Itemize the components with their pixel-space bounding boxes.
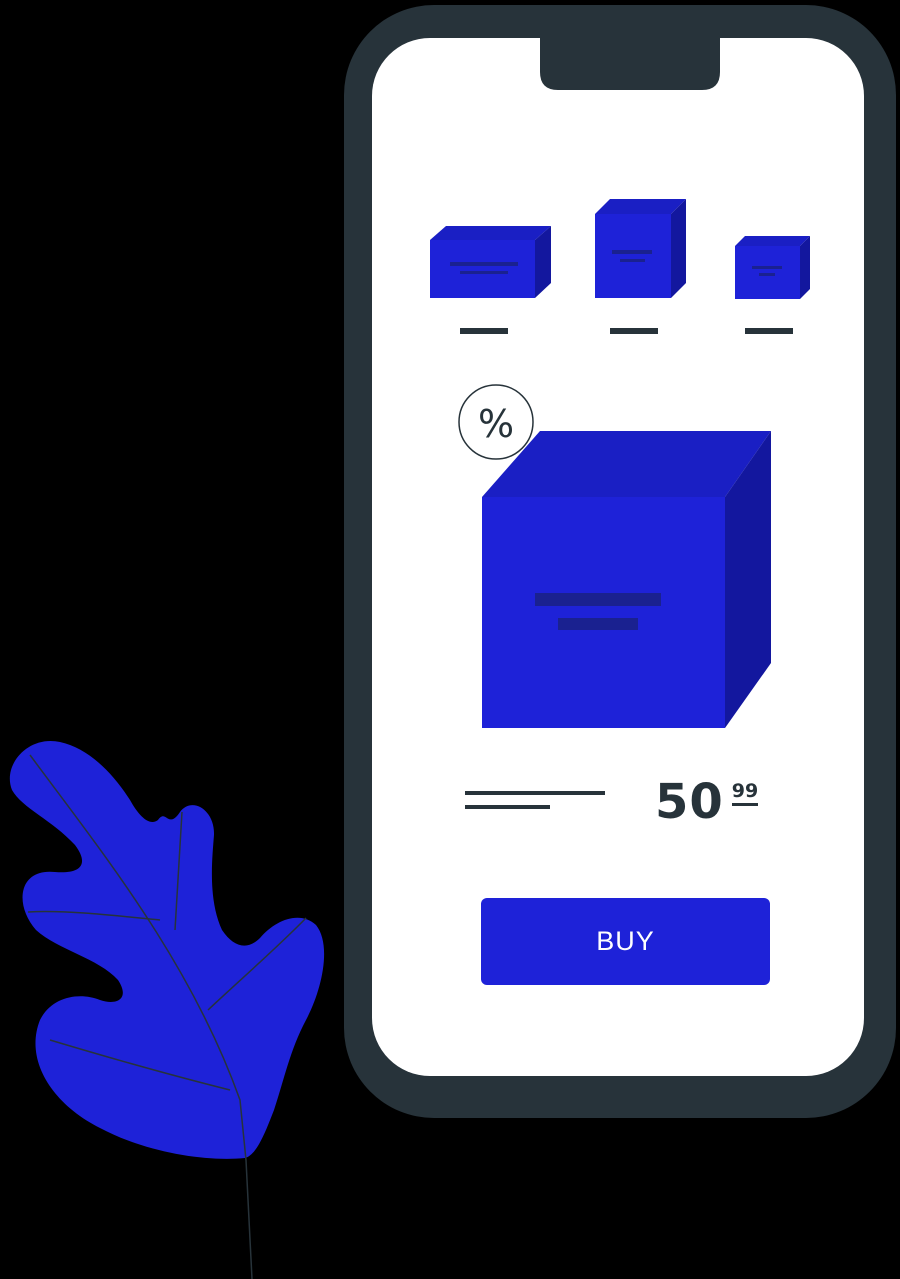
phone-notch xyxy=(540,30,720,90)
box-side xyxy=(800,236,810,299)
thumbnail-box-3[interactable] xyxy=(735,236,810,299)
product-description-line xyxy=(465,791,605,795)
product-description-line xyxy=(465,805,550,809)
box-label-line xyxy=(535,593,661,606)
discount-badge: % xyxy=(458,384,534,460)
box-label-line xyxy=(450,262,518,266)
box-label-line xyxy=(759,273,775,276)
price-cents: 99 xyxy=(731,780,759,806)
box-label-line xyxy=(752,266,782,269)
price-main: 50 xyxy=(655,774,724,830)
box-icon xyxy=(595,199,686,214)
box-label-line xyxy=(612,250,652,254)
box-front xyxy=(735,246,800,299)
discount-symbol: % xyxy=(478,402,514,446)
thumbnail-caption-1 xyxy=(460,328,508,334)
thumbnail-box-1[interactable] xyxy=(430,226,551,298)
box-label-line xyxy=(558,618,638,630)
thumbnail-caption-3 xyxy=(745,328,793,334)
box-front xyxy=(595,214,671,298)
price: 50 99 xyxy=(655,772,759,832)
box-front xyxy=(430,240,535,298)
box-label-line xyxy=(460,271,508,274)
thumbnail-caption-2 xyxy=(610,328,658,334)
leaf-icon xyxy=(9,740,325,1279)
box-icon xyxy=(430,226,551,240)
box-front xyxy=(482,497,725,728)
buy-button[interactable]: BUY xyxy=(481,898,770,985)
main-product-box[interactable] xyxy=(482,431,771,728)
box-label-line xyxy=(620,259,645,262)
illustration: % xyxy=(9,5,896,1279)
thumbnail-box-2[interactable] xyxy=(595,199,686,298)
box-icon xyxy=(735,236,810,246)
box-side xyxy=(671,199,686,298)
